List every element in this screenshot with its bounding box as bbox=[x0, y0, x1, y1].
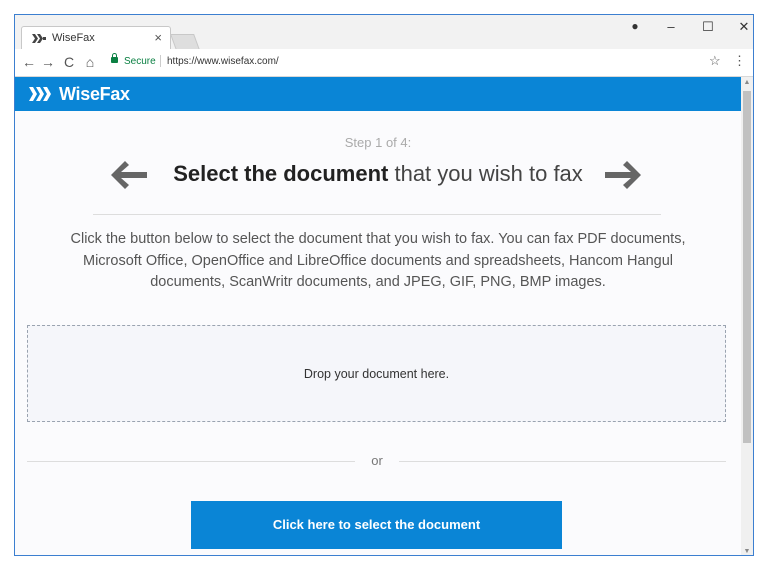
wizard-content: Step 1 of 4: Select the document that yo… bbox=[15, 111, 741, 555]
page-title-rest: that you wish to fax bbox=[388, 161, 583, 186]
browser-menu-icon[interactable]: ⋮ bbox=[733, 53, 746, 69]
or-divider-left bbox=[27, 461, 355, 462]
security-label: Secure bbox=[124, 56, 156, 67]
home-button[interactable]: ⌂ bbox=[82, 54, 98, 70]
close-window-button[interactable]: ✕ bbox=[734, 19, 753, 35]
brand-name[interactable]: WiseFax bbox=[59, 84, 130, 105]
browser-window: WiseFax × ● – ☐ ✕ ← → C ⌂ Secure https:/… bbox=[14, 14, 754, 556]
lock-icon bbox=[111, 53, 118, 63]
dropzone-label: Drop your document here. bbox=[303, 367, 450, 381]
page-viewport: WiseFax Step 1 of 4: Select the document… bbox=[15, 77, 741, 555]
tab-close-icon[interactable]: × bbox=[154, 30, 162, 45]
tab-title: WiseFax bbox=[52, 32, 95, 44]
or-separator: or bbox=[371, 453, 383, 468]
address-bar[interactable]: Secure https://www.wisefax.com/ bbox=[105, 53, 725, 72]
forward-button[interactable]: → bbox=[40, 54, 56, 70]
browser-tab[interactable]: WiseFax × bbox=[21, 26, 171, 50]
maximize-button[interactable]: ☐ bbox=[698, 19, 718, 35]
reload-button[interactable]: C bbox=[61, 54, 77, 70]
select-document-button[interactable]: Click here to select the document bbox=[191, 501, 562, 549]
scrollbar-thumb[interactable] bbox=[743, 91, 751, 443]
page-title-bold: Select the document bbox=[173, 161, 389, 186]
or-divider-right bbox=[399, 461, 726, 462]
arrow-right-icon[interactable] bbox=[605, 161, 641, 189]
minimize-button[interactable]: – bbox=[661, 19, 681, 34]
document-dropzone[interactable]: Drop your document here. bbox=[27, 325, 726, 422]
omnibox-divider bbox=[160, 55, 161, 67]
site-header: WiseFax bbox=[15, 77, 741, 111]
user-profile-icon[interactable]: ● bbox=[625, 19, 645, 33]
scroll-up-icon[interactable]: ▲ bbox=[743, 79, 751, 86]
bookmark-star-icon[interactable]: ☆ bbox=[709, 53, 721, 69]
url-text[interactable]: https://www.wisefax.com/ bbox=[167, 56, 279, 67]
instructions-text: Click the button below to select the doc… bbox=[70, 231, 686, 290]
new-tab-button[interactable] bbox=[170, 34, 200, 50]
divider bbox=[93, 214, 661, 215]
address-toolbar: ← → C ⌂ Secure https://www.wisefax.com/ … bbox=[15, 49, 753, 77]
scrollbar[interactable]: ▲ ▼ bbox=[741, 77, 753, 555]
back-button[interactable]: ← bbox=[21, 54, 37, 70]
title-bar: WiseFax × ● – ☐ ✕ bbox=[15, 15, 753, 50]
wisefax-logo-icon[interactable] bbox=[29, 87, 53, 101]
step-indicator: Step 1 of 4: bbox=[344, 135, 412, 150]
scroll-down-icon[interactable]: ▼ bbox=[743, 548, 751, 555]
wisefax-favicon-icon bbox=[32, 34, 46, 43]
